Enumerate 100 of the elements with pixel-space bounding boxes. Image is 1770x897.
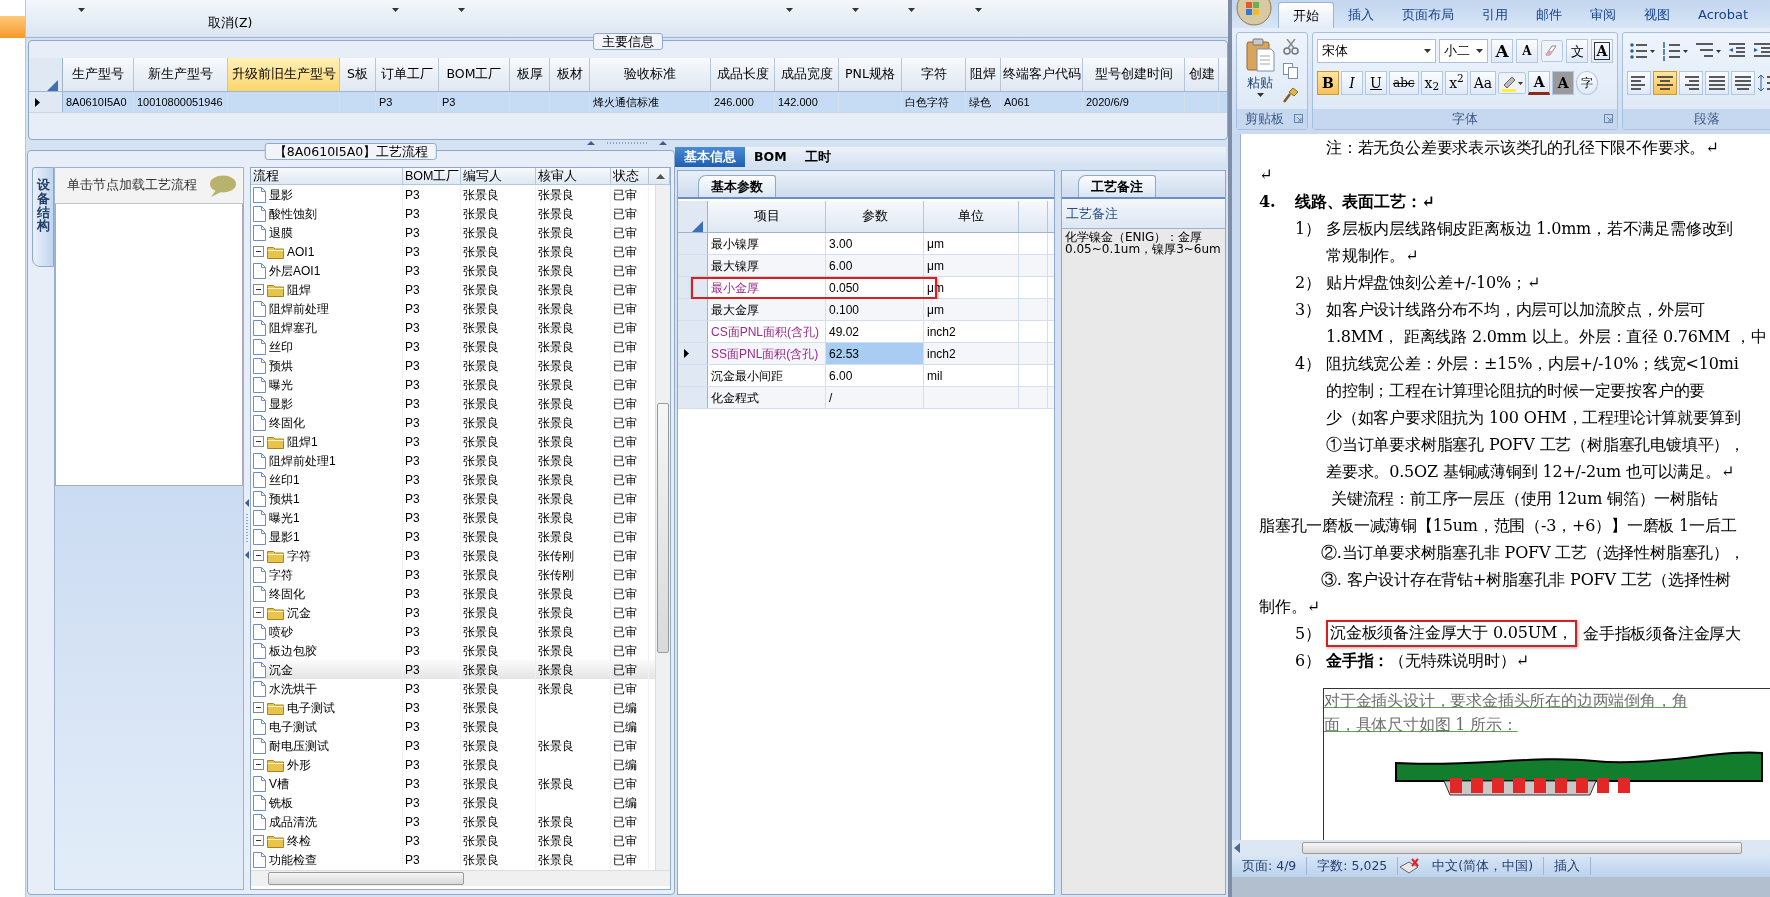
tree-row[interactable]: 字符 P3 张景良 张传刚 已审 bbox=[251, 565, 655, 584]
format-button[interactable]: A bbox=[1516, 39, 1538, 63]
horizontal-scrollbar[interactable] bbox=[251, 870, 670, 886]
collapse-icon[interactable] bbox=[253, 759, 264, 770]
cancel-label[interactable]: 取消(Z) bbox=[208, 15, 253, 30]
tree-row[interactable]: 阻焊1 P3 张景良 张景良 已审 bbox=[251, 432, 655, 451]
column-header[interactable]: 状态 bbox=[611, 168, 649, 184]
tree-row[interactable]: 终检 P3 张景良 张景良 已审 bbox=[251, 831, 655, 850]
tree-node-label[interactable]: 显影 bbox=[269, 394, 293, 413]
tree-row[interactable]: 铣板 P3 张景良 已编 bbox=[251, 793, 655, 812]
tree-node-label[interactable]: 显影 bbox=[269, 185, 293, 204]
column-header[interactable]: 终端客户代码 bbox=[1001, 58, 1083, 91]
format-button[interactable]: A bbox=[1491, 39, 1513, 63]
column-header[interactable]: 编写人 bbox=[461, 168, 536, 184]
format-button[interactable]: B bbox=[1317, 71, 1339, 95]
column-header[interactable]: 生产型号 bbox=[63, 58, 134, 91]
format-button[interactable]: 文 bbox=[1566, 39, 1588, 63]
table-row[interactable]: 8A0610I5A0 10010800051946 P3 P3 烽火通信标准 246.000 142.000 白色字符 绿色 A061 2020/6/9 bbox=[29, 92, 1227, 113]
column-header[interactable]: 板材 bbox=[550, 58, 590, 91]
tree-node-label[interactable]: 丝印 bbox=[269, 337, 293, 356]
tab[interactable]: 基本参数 bbox=[698, 174, 776, 197]
column-header[interactable]: 创建 bbox=[1185, 58, 1219, 91]
paste-button[interactable]: 粘贴 bbox=[1241, 37, 1279, 105]
tree-row[interactable]: 丝印 P3 张景良 张景良 已审 bbox=[251, 337, 655, 356]
format-button[interactable]: abc bbox=[1389, 71, 1419, 95]
collapse-icon[interactable] bbox=[253, 835, 264, 846]
tree-node-label[interactable]: 退膜 bbox=[269, 223, 293, 242]
tree-node-label[interactable]: 成品清洗 bbox=[269, 812, 317, 831]
tab[interactable]: 基本信息 bbox=[675, 147, 745, 167]
column-header[interactable]: 核审人 bbox=[536, 168, 611, 184]
tree-row[interactable]: 阻焊塞孔 P3 张景良 张景良 已审 bbox=[251, 318, 655, 337]
tree-node-label[interactable]: AOI1 bbox=[287, 242, 315, 261]
dropdown-icon[interactable] bbox=[975, 8, 982, 12]
ribbon-tab[interactable]: 插入 bbox=[1334, 2, 1388, 28]
tree-node-label[interactable]: 曝光1 bbox=[269, 508, 300, 527]
status-item[interactable]: 插入 bbox=[1544, 856, 1592, 876]
ribbon-tab[interactable]: 审阅 bbox=[1576, 2, 1630, 28]
collapse-icon[interactable] bbox=[253, 246, 264, 257]
corner-marker-icon[interactable] bbox=[47, 80, 58, 91]
tree-row[interactable]: 外层AOI1 P3 张景良 张景良 已审 bbox=[251, 261, 655, 280]
column-header[interactable]: 项目 bbox=[708, 201, 826, 232]
vertical-scrollbar[interactable] bbox=[655, 185, 670, 870]
copy-icon[interactable] bbox=[1283, 63, 1299, 79]
dropdown-icon[interactable] bbox=[458, 8, 465, 12]
tree-node-label[interactable]: 外形 bbox=[287, 755, 311, 774]
tree-row[interactable]: 沉金 P3 张景良 张景良 已审 bbox=[251, 603, 655, 622]
tree-row[interactable]: 终固化 P3 张景良 张景良 已审 bbox=[251, 584, 655, 603]
tree-row[interactable]: 预烘1 P3 张景良 张景良 已审 bbox=[251, 489, 655, 508]
tree-row[interactable]: 喷砂 P3 张景良 张景良 已审 bbox=[251, 622, 655, 641]
ribbon-tab[interactable]: 视图 bbox=[1630, 2, 1684, 28]
bullets-icon[interactable] bbox=[1627, 40, 1657, 62]
tree-row[interactable]: 功能检查 P3 张景良 张景良 已审 bbox=[251, 850, 655, 869]
cut-icon[interactable] bbox=[1283, 39, 1299, 55]
numbering-icon[interactable] bbox=[1660, 40, 1690, 62]
tree-node-label[interactable]: 耐电压测试 bbox=[269, 736, 329, 755]
tree-row[interactable]: 字符 P3 张景良 张传刚 已审 bbox=[251, 546, 655, 565]
tree-row[interactable]: 显影 P3 张景良 张景良 已审 bbox=[251, 394, 655, 413]
column-header[interactable]: 成品长度 bbox=[711, 58, 775, 91]
column-header[interactable]: 单位 bbox=[924, 201, 1019, 232]
tree-node-label[interactable]: 阻焊前处理 bbox=[269, 299, 329, 318]
horizontal-scrollbar[interactable] bbox=[1232, 840, 1770, 855]
tree-row[interactable]: 终固化 P3 张景良 张景良 已审 bbox=[251, 413, 655, 432]
tree-node-label[interactable]: 终固化 bbox=[269, 584, 305, 603]
column-header[interactable]: PNL规格 bbox=[839, 58, 902, 91]
format-button[interactable]: Aa bbox=[1469, 71, 1497, 95]
tree-row[interactable]: V槽 P3 张景良 张景良 已审 bbox=[251, 774, 655, 793]
ribbon-tab[interactable]: 页面布局 bbox=[1388, 2, 1468, 28]
dropdown-icon[interactable] bbox=[786, 8, 793, 12]
dropdown-icon[interactable] bbox=[78, 8, 85, 12]
tree-row[interactable]: 曝光 P3 张景良 张景良 已审 bbox=[251, 375, 655, 394]
tree-node-label[interactable]: 字符 bbox=[269, 565, 293, 584]
align-left-button[interactable] bbox=[1627, 71, 1651, 95]
tab[interactable]: 工艺备注 bbox=[1078, 174, 1156, 197]
tree-node-label[interactable]: 电子测试 bbox=[269, 717, 317, 736]
tree-node-label[interactable]: 阻焊 bbox=[287, 280, 311, 299]
tree-node-label[interactable]: 铣板 bbox=[269, 793, 293, 812]
tree-node-label[interactable]: 沉金 bbox=[269, 660, 293, 679]
tree-node-label[interactable]: V槽 bbox=[269, 774, 289, 793]
format-button[interactable]: A bbox=[1591, 39, 1613, 63]
format-button[interactable]: I bbox=[1341, 71, 1363, 95]
column-header[interactable]: 成品宽度 bbox=[775, 58, 839, 91]
tree-node-label[interactable]: 喷砂 bbox=[269, 622, 293, 641]
tree-node-label[interactable]: 酸性蚀刻 bbox=[269, 204, 317, 223]
tree-row[interactable]: 退膜 P3 张景良 张景良 已审 bbox=[251, 223, 655, 242]
tree-node-label[interactable]: 字符 bbox=[287, 546, 311, 565]
column-header[interactable]: 参数 bbox=[826, 201, 924, 232]
format-button[interactable]: x$_{2}$ bbox=[1420, 71, 1444, 95]
format-button[interactable]: A bbox=[1552, 71, 1575, 95]
align-distribute-button[interactable] bbox=[1731, 71, 1755, 95]
tree-row[interactable]: 阻焊前处理 P3 张景良 张景良 已审 bbox=[251, 299, 655, 318]
tree-row[interactable]: 预烘 P3 张景良 张景良 已审 bbox=[251, 356, 655, 375]
tree-node-label[interactable]: 电子测试 bbox=[287, 698, 335, 717]
ribbon-tab[interactable]: 开始 bbox=[1278, 2, 1334, 28]
align-right-button[interactable] bbox=[1679, 71, 1703, 95]
splitter-grip-icon[interactable] bbox=[587, 140, 667, 145]
brush-icon[interactable] bbox=[1283, 87, 1299, 103]
column-header[interactable]: S板 bbox=[340, 58, 376, 91]
tree-node-label[interactable]: 阻焊塞孔 bbox=[269, 318, 317, 337]
column-header[interactable]: BOM工厂 bbox=[439, 58, 510, 91]
dropdown-icon[interactable] bbox=[908, 8, 915, 12]
